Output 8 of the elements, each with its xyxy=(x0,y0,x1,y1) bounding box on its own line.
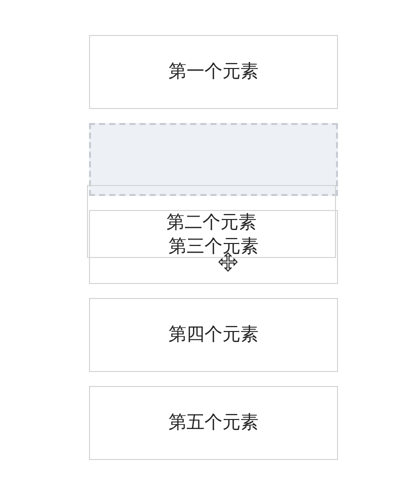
list-item-card[interactable]: 第四个元素 xyxy=(89,298,338,372)
item-label: 第五个元素 xyxy=(168,412,258,434)
item-label: 第二个元素 xyxy=(166,212,256,234)
item-label: 第三个元素 xyxy=(168,236,258,258)
item-label: 第四个元素 xyxy=(168,324,258,346)
item-label: 第一个元素 xyxy=(168,61,258,83)
list-item-card[interactable]: 第五个元素 xyxy=(89,386,338,460)
list-item-card[interactable]: 第一个元素 xyxy=(89,35,338,109)
